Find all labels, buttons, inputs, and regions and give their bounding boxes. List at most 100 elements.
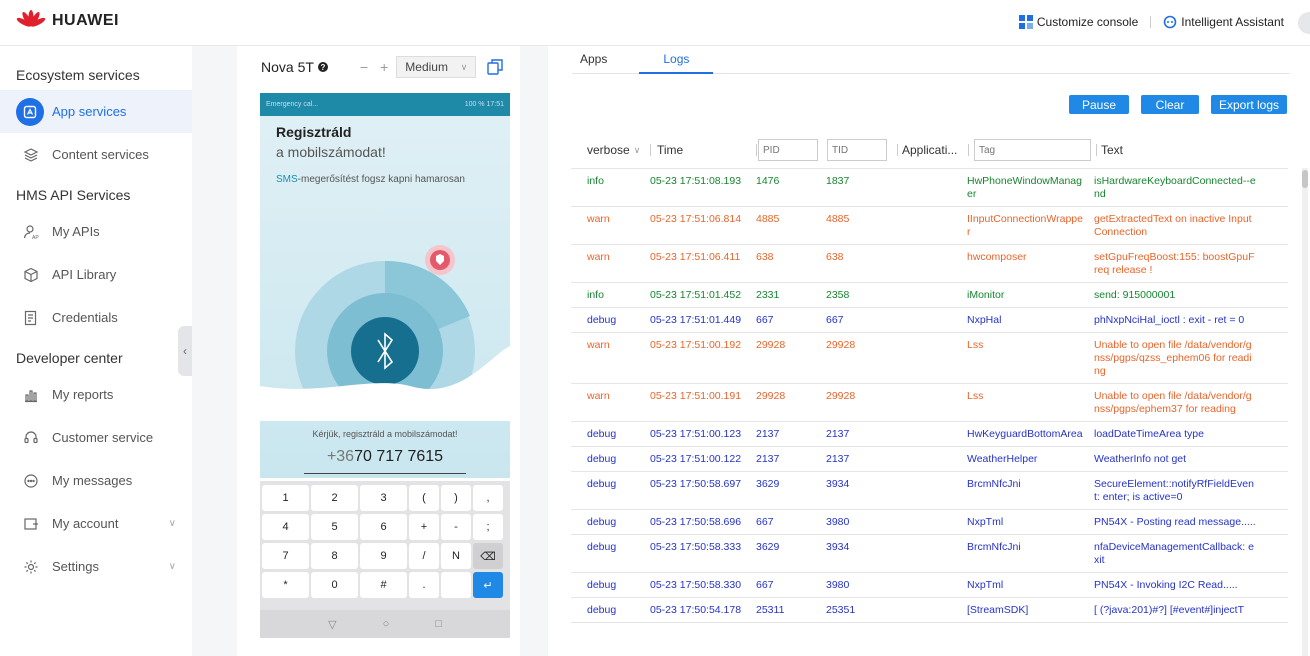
- copy-icon[interactable]: [486, 58, 504, 76]
- pid-filter-input[interactable]: [758, 139, 818, 161]
- export-logs-button[interactable]: Export logs: [1211, 95, 1287, 114]
- sidebar-item-content-services[interactable]: Content services: [0, 133, 192, 176]
- sidebar-item-credentials[interactable]: Credentials: [0, 296, 192, 339]
- key-open-paren[interactable]: (: [409, 485, 439, 511]
- log-tag: Lss: [967, 390, 984, 402]
- key-4[interactable]: 4: [262, 514, 309, 540]
- tab-apps[interactable]: Apps: [572, 46, 629, 74]
- tab-logs[interactable]: Logs: [639, 46, 714, 74]
- log-tid: 29928: [826, 390, 856, 402]
- key-1[interactable]: 1: [262, 485, 309, 511]
- log-row[interactable]: warn 05-23 17:51:00.192 29928 29928 Lss …: [571, 333, 1288, 384]
- key-8[interactable]: 8: [311, 543, 358, 569]
- log-row[interactable]: debug 05-23 17:50:58.333 3629 3934 BrcmN…: [571, 535, 1288, 573]
- log-row[interactable]: warn 05-23 17:51:06.411 638 638 hwcompos…: [571, 245, 1288, 283]
- key-7[interactable]: 7: [262, 543, 309, 569]
- application-column-header[interactable]: Applicati...: [898, 132, 968, 168]
- key-n[interactable]: N: [441, 543, 471, 569]
- nav-back-button[interactable]: ▽: [328, 618, 336, 631]
- log-level: warn: [587, 390, 610, 402]
- log-row[interactable]: debug 05-23 17:50:58.696 667 3980 NxpTml…: [571, 510, 1288, 535]
- backspace-key[interactable]: ⌫: [473, 543, 503, 569]
- log-row[interactable]: debug 05-23 17:50:58.697 3629 3934 BrcmN…: [571, 472, 1288, 510]
- key-semicolon[interactable]: ;: [473, 514, 503, 540]
- gear-icon: [22, 558, 40, 576]
- key-9[interactable]: 9: [360, 543, 407, 569]
- time-column-header[interactable]: Time: [651, 132, 756, 168]
- chevron-down-icon: ∨: [168, 518, 176, 529]
- log-row[interactable]: debug 05-23 17:50:54.178 25311 25351 [St…: [571, 598, 1288, 623]
- sidebar-item-my-messages[interactable]: My messages: [0, 459, 192, 502]
- log-row[interactable]: info 05-23 17:51:08.193 1476 1837 HwPhon…: [571, 169, 1288, 207]
- log-row[interactable]: warn 05-23 17:51:06.814 4885 4885 IInput…: [571, 207, 1288, 245]
- nav-recent-button[interactable]: □: [435, 618, 442, 630]
- chevron-left-icon: ‹: [183, 344, 187, 358]
- key-5[interactable]: 5: [311, 514, 358, 540]
- log-tid: 3980: [826, 516, 850, 528]
- key-3[interactable]: 3: [360, 485, 407, 511]
- key-hash[interactable]: #: [360, 572, 407, 598]
- credentials-icon: [22, 309, 40, 327]
- phone-hint: Kérjük, regisztráld a mobilszámodat!: [312, 429, 458, 439]
- phone-status-bar: Emergency cal... 100 % 17:51: [260, 93, 510, 116]
- key-blank[interactable]: [441, 572, 471, 598]
- sidebar-collapse-toggle[interactable]: ‹: [178, 326, 192, 376]
- header-actions: Customize console Intelligent Assistant: [1018, 15, 1284, 29]
- key-6[interactable]: 6: [360, 514, 407, 540]
- intelligent-assistant-link[interactable]: Intelligent Assistant: [1163, 15, 1284, 29]
- sidebar-item-settings[interactable]: Settings ∨: [0, 545, 192, 588]
- nav-home-button[interactable]: ○: [383, 618, 390, 630]
- key-star[interactable]: *: [262, 572, 309, 598]
- log-row[interactable]: warn 05-23 17:51:00.191 29928 29928 Lss …: [571, 384, 1288, 422]
- log-row[interactable]: debug 05-23 17:51:00.123 2137 2137 HwKey…: [571, 422, 1288, 447]
- huawei-logo[interactable]: HUAWEI: [16, 10, 119, 32]
- log-scrollbar[interactable]: [1302, 168, 1308, 656]
- customize-console-link[interactable]: Customize console: [1018, 15, 1138, 29]
- sidebar-item-api-library[interactable]: API Library: [0, 253, 192, 296]
- svg-text:API: API: [32, 235, 39, 240]
- key-plus[interactable]: +: [409, 514, 439, 540]
- sidebar-item-my-reports[interactable]: My reports: [0, 373, 192, 416]
- tid-filter-input[interactable]: [827, 139, 887, 161]
- sidebar-item-app-services[interactable]: App services: [0, 90, 192, 133]
- phone-number-field[interactable]: +3670 717 7615: [304, 448, 466, 474]
- key-0[interactable]: 0: [311, 572, 358, 598]
- size-select[interactable]: Medium ∨: [396, 56, 477, 78]
- log-pid: 667: [756, 314, 774, 326]
- log-pid: 667: [756, 516, 774, 528]
- tag-filter-input[interactable]: [974, 139, 1091, 161]
- key-dot[interactable]: .: [409, 572, 439, 598]
- key-2[interactable]: 2: [311, 485, 358, 511]
- level-filter[interactable]: verbose ∨: [571, 132, 650, 168]
- log-row[interactable]: debug 05-23 17:51:01.449 667 667 NxpHal …: [571, 308, 1288, 333]
- log-tag: WeatherHelper: [967, 453, 1038, 465]
- key-minus[interactable]: -: [441, 514, 471, 540]
- log-pid: 4885: [756, 213, 780, 225]
- sidebar-item-my-apis[interactable]: API My APIs: [0, 210, 192, 253]
- log-row[interactable]: debug 05-23 17:51:00.122 2137 2137 Weath…: [571, 447, 1288, 472]
- log-row[interactable]: debug 05-23 17:50:58.330 667 3980 NxpTml…: [571, 573, 1288, 598]
- clear-button[interactable]: Clear: [1141, 95, 1199, 114]
- zoom-in-button[interactable]: +: [380, 59, 388, 75]
- log-level: debug: [587, 314, 617, 326]
- key-slash[interactable]: /: [409, 543, 439, 569]
- chevron-down-icon: ∨: [460, 61, 468, 72]
- log-time: 05-23 17:51:06.814: [650, 213, 742, 225]
- device-screen[interactable]: Emergency cal... 100 % 17:51 Regisztráld…: [260, 93, 510, 638]
- sidebar-item-my-account[interactable]: My account ∨: [0, 502, 192, 545]
- text-column-header[interactable]: Text: [1097, 132, 1123, 168]
- log-scrollbar-thumb[interactable]: [1302, 170, 1308, 188]
- help-icon[interactable]: ?: [317, 62, 328, 72]
- device-toolbar: Nova 5T ? − + Medium ∨: [261, 54, 513, 80]
- avatar[interactable]: [1298, 12, 1310, 34]
- sidebar-item-customer-service[interactable]: Customer service: [0, 416, 192, 459]
- log-pid: 2137: [756, 453, 780, 465]
- key-close-paren[interactable]: ): [441, 485, 471, 511]
- key-comma[interactable]: ,: [473, 485, 503, 511]
- log-level: debug: [587, 604, 617, 616]
- log-row[interactable]: info 05-23 17:51:01.452 2331 2358 iMonit…: [571, 283, 1288, 308]
- pause-button[interactable]: Pause: [1069, 95, 1129, 114]
- layers-icon: [22, 146, 40, 164]
- zoom-out-button[interactable]: −: [360, 59, 368, 75]
- enter-key[interactable]: ↵: [473, 572, 503, 598]
